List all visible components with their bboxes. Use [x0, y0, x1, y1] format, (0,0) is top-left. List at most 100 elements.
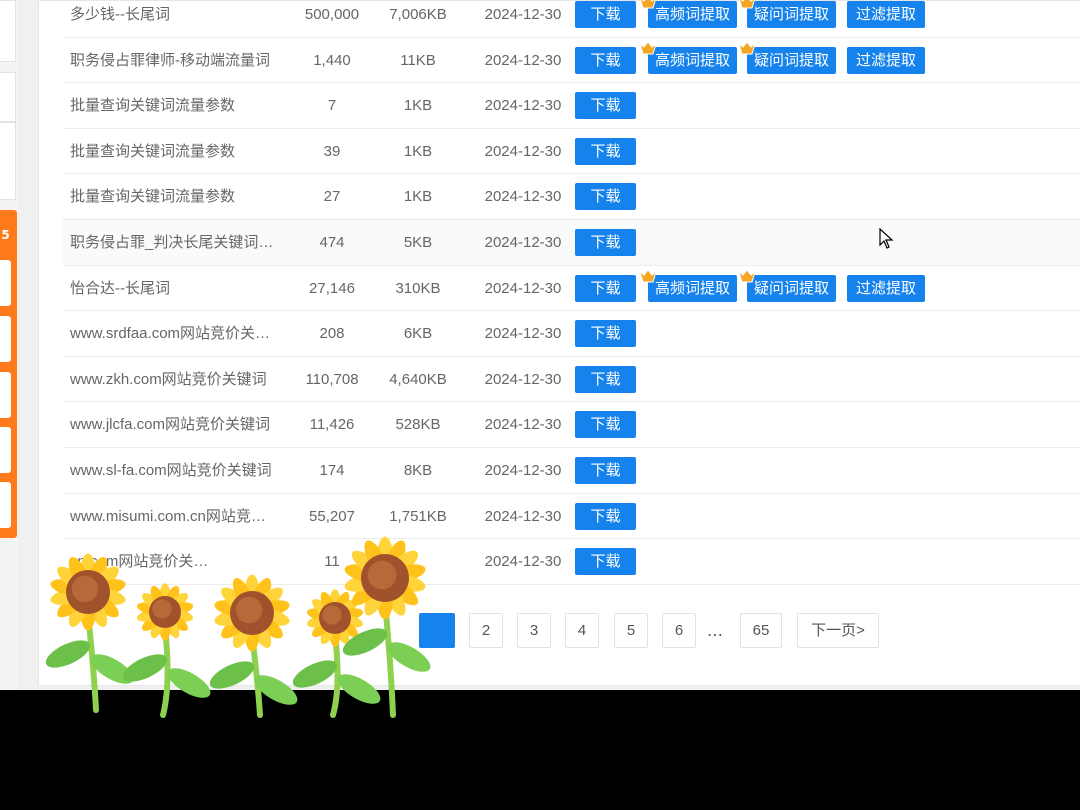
download-button[interactable]: 下载: [575, 502, 636, 530]
file-name: www.jlcfa.com网站竞价关键词: [70, 416, 271, 434]
row-actions: 下载: [575, 357, 1080, 402]
keyword-count: 11,426: [309, 416, 355, 434]
file-date: 2024-12-30: [484, 507, 562, 525]
keyword-count: 110,708: [305, 370, 359, 388]
file-size: 310KB: [395, 279, 441, 297]
row-actions: 下载: [575, 494, 1080, 539]
file-date: 2024-12-30: [484, 416, 562, 434]
download-button[interactable]: 下载: [575, 274, 636, 302]
page-last[interactable]: 65: [740, 613, 782, 648]
vip-crown-icon: [738, 268, 756, 283]
question-extract-label: 疑问词提取: [753, 5, 829, 23]
file-size: 11KB: [400, 51, 436, 69]
question-extract-button[interactable]: 疑问词提取: [738, 40, 836, 74]
file-size: 1KB: [403, 97, 433, 115]
toolbar-item[interactable]: [0, 260, 11, 306]
page-2[interactable]: 2: [469, 613, 503, 648]
high-frequency-extract-button[interactable]: 高频词提取: [640, 0, 737, 28]
download-button[interactable]: 下载: [575, 46, 636, 74]
floating-toolbar: 5: [0, 210, 17, 538]
question-extract-label: 疑问词提取: [753, 50, 829, 69]
keyword-count: 7: [327, 97, 337, 115]
table-row: 批量查询关键词流量参数 7 1KB 2024-12-30 下载: [63, 83, 1080, 129]
high-frequency-extract-button[interactable]: 高频词提取: [639, 40, 737, 74]
file-name: www.srdfaa.com网站竞价关…: [70, 325, 271, 343]
page-3[interactable]: 3: [517, 613, 551, 648]
row-actions: 下载: [575, 311, 1080, 356]
table-row: www.srdfaa.com网站竞价关… 208 6KB 2024-12-30 下载: [63, 311, 1080, 357]
file-date: 2024-12-30: [484, 142, 562, 160]
file-name: 职务侵占罪律师-移动端流量词: [70, 51, 270, 69]
file-size: 7,006KB: [389, 6, 447, 23]
download-button[interactable]: 下载: [575, 456, 636, 484]
download-button[interactable]: 下载: [575, 228, 636, 256]
page-6[interactable]: 6: [662, 613, 696, 648]
table-row: www.zkh.com网站竞价关键词 110,708 4,640KB 2024-12-…: [63, 357, 1080, 403]
high-frequency-extract-button[interactable]: 高频词提取: [639, 268, 737, 302]
row-actions: 下载: [575, 129, 1080, 174]
keyword-count: 500,000: [304, 6, 360, 23]
rail-block[interactable]: [0, 122, 16, 200]
file-date: 2024-12-30: [484, 370, 562, 388]
download-button[interactable]: 下载: [575, 548, 636, 576]
file-date: 2024-12-30: [484, 233, 562, 251]
keyword-count: 1,440: [313, 51, 351, 69]
file-date: 2024-12-30: [484, 6, 562, 23]
download-button[interactable]: 下载: [575, 183, 636, 211]
vip-crown-icon: [738, 40, 756, 55]
file-name: www.sl-fa.com网站竞价关键词: [70, 461, 272, 479]
question-extract-button[interactable]: 疑问词提取: [738, 268, 836, 302]
sunflower: [45, 553, 134, 713]
rail-block[interactable]: [0, 0, 16, 62]
sunflower-sticker: [45, 536, 431, 718]
download-button[interactable]: 下载: [575, 320, 636, 348]
question-extract-label: 疑问词提取: [753, 278, 829, 297]
file-date: 2024-12-30: [484, 325, 562, 343]
rail-block[interactable]: [0, 72, 16, 122]
row-actions: 下载 高频词提取 疑问词提取 过滤提取: [575, 266, 1080, 311]
sunflower: [122, 583, 211, 718]
file-size: 6KB: [403, 325, 433, 343]
page-5[interactable]: 5: [614, 613, 648, 648]
row-actions: 下载: [575, 174, 1080, 219]
toolbar-item[interactable]: [0, 427, 11, 473]
download-button[interactable]: 下载: [575, 137, 636, 165]
row-actions: 下载: [575, 83, 1080, 128]
file-name: 职务侵占罪_判决长尾关键词…: [70, 233, 274, 251]
table-row: 怡合达--长尾词 27,146 310KB 2024-12-30 下载 高频词提取 疑问词提…: [63, 266, 1080, 312]
download-button[interactable]: 下载: [575, 365, 636, 393]
file-name: www.zkh.com网站竞价关键词: [70, 370, 267, 388]
row-actions: 下载: [575, 402, 1080, 447]
file-name: 批量查询关键词流量参数: [70, 142, 236, 160]
table-row: 多少钱--长尾词 500,000 7,006KB 2024-12-30 下载 高频词提取 疑…: [63, 0, 1080, 38]
toolbar-item[interactable]: [0, 372, 11, 418]
download-button[interactable]: 下载: [575, 92, 636, 120]
file-table: 多少钱--长尾词 500,000 7,006KB 2024-12-30 下载 高频词提取疑…: [63, 0, 1080, 585]
filter-extract-button[interactable]: 过滤提取: [847, 1, 925, 28]
keyword-count: 174: [319, 461, 345, 479]
filter-extract-button[interactable]: 过滤提取: [847, 274, 925, 302]
file-name: 批量查询关键词流量参数: [70, 97, 236, 115]
row-actions: 下载 高频词提取 疑问词提取 过滤提取: [575, 38, 1080, 83]
high-frequency-extract-label: 高频词提取: [654, 5, 730, 23]
toolbar-badge: 5: [1, 228, 10, 242]
keyword-count: 474: [319, 233, 345, 251]
table-row: www.jlcfa.com网站竞价关键词 11,426 528KB 2024-12-3…: [63, 402, 1080, 448]
table-row: 批量查询关键词流量参数 27 1KB 2024-12-30 下载: [63, 174, 1080, 220]
download-button[interactable]: 下载: [575, 1, 636, 28]
toolbar-item[interactable]: [0, 316, 11, 362]
next-page-button[interactable]: 下一页>: [797, 613, 879, 648]
row-actions: 下载: [575, 448, 1080, 493]
keyword-count: 208: [319, 325, 345, 343]
page-4[interactable]: 4: [565, 613, 599, 648]
file-date: 2024-12-30: [484, 97, 562, 115]
keyword-count: 39: [323, 142, 341, 160]
file-date: 2024-12-30: [484, 188, 562, 206]
file-size: 1KB: [403, 188, 433, 206]
question-extract-button[interactable]: 疑问词提取: [739, 0, 836, 28]
keyword-count: 27: [323, 188, 341, 206]
toolbar-item[interactable]: [0, 482, 11, 528]
filter-extract-button[interactable]: 过滤提取: [847, 46, 925, 74]
file-name: 批量查询关键词流量参数: [70, 188, 236, 206]
download-button[interactable]: 下载: [575, 411, 636, 439]
